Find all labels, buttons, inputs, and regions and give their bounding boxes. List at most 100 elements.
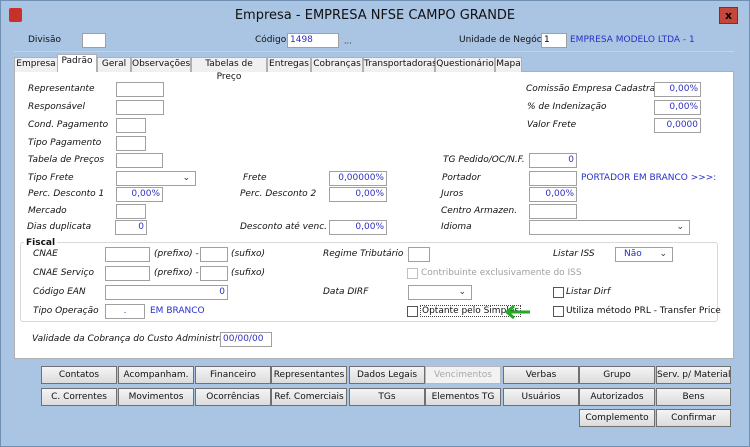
complemento-button[interactable]: Complemento [579, 409, 655, 427]
representantes-button[interactable]: Representantes [271, 366, 347, 384]
cnae-servico-prefixo-input[interactable] [105, 266, 150, 281]
perc-desconto2-input[interactable]: 0,00% [329, 187, 387, 202]
tipo-pagamento-input[interactable] [116, 136, 146, 151]
tab-transportadoras[interactable]: Transportadoras [363, 57, 437, 72]
data-dirf-label: Data DIRF [323, 287, 369, 297]
tab-empresa[interactable]: Empresa [14, 57, 58, 72]
listar-dirf-checkbox[interactable] [553, 287, 564, 298]
mercado-label: Mercado [28, 206, 67, 216]
tgs-button[interactable]: TGs [349, 388, 425, 406]
representante-label: Representante [28, 84, 95, 94]
codigo-lookup-button[interactable]: ... [344, 37, 352, 46]
ref-comerciais-button[interactable]: Ref. Comerciais [271, 388, 347, 406]
comissao-label: Comissão Empresa Cadastrada [526, 84, 667, 94]
codigo-label: Código [255, 35, 287, 45]
frete-label: Frete [243, 173, 267, 183]
tab-observacoes[interactable]: Observações [131, 57, 191, 72]
perc-desconto1-label: Perc. Desconto 1 [28, 189, 105, 199]
desconto-venc-input[interactable]: 0,00% [329, 220, 387, 235]
valor-frete-label: Valor Frete [527, 120, 577, 130]
tipo-frete-label: Tipo Frete [28, 173, 74, 183]
cond-pagamento-label: Cond. Pagamento [28, 120, 109, 130]
chevron-down-icon: ⌄ [458, 287, 466, 297]
perc-desconto1-input[interactable]: 0,00% [116, 187, 163, 202]
desconto-venc-label: Desconto até venc. [240, 222, 328, 232]
frete-input[interactable]: 0,00000% [329, 171, 387, 186]
vencimentos-button[interactable]: Vencimentos [425, 366, 501, 384]
dias-duplicata-label: Dias duplicata [27, 222, 92, 232]
optante-simples-checkbox[interactable] [407, 306, 418, 317]
valor-frete-input[interactable]: 0,0000 [654, 118, 701, 133]
portador-description: PORTADOR EM BRANCO >>>: [581, 173, 717, 183]
tipo-frete-select[interactable]: ⌄ [116, 171, 196, 186]
cnae-servico-prefixo-label: (prefixo) - [154, 268, 199, 278]
dias-duplicata-input[interactable]: 0 [115, 220, 147, 235]
dados-legais-button[interactable]: Dados Legais [349, 366, 425, 384]
grupo-button[interactable]: Grupo [579, 366, 655, 384]
idioma-label: Idioma [441, 222, 472, 232]
contatos-button[interactable]: Contatos [41, 366, 117, 384]
comissao-input[interactable]: 0,00% [654, 82, 701, 97]
data-dirf-select[interactable]: ⌄ [408, 285, 472, 300]
elementos-tg-button[interactable]: Elementos TG [425, 388, 501, 406]
green-arrow-icon [504, 304, 530, 320]
tipo-operacao-description: EM BRANCO [150, 306, 205, 316]
centro-armazen-input[interactable] [529, 204, 577, 219]
contribuinte-iss-checkbox[interactable] [407, 268, 418, 279]
verbas-button[interactable]: Verbas [503, 366, 579, 384]
tg-pedido-label: TG Pedido/OC/N.F. [443, 155, 525, 165]
fiscal-title: Fiscal [24, 238, 58, 248]
tg-pedido-input[interactable]: 0 [529, 153, 577, 168]
juros-input[interactable]: 0,00% [529, 187, 577, 202]
cnae-sufixo-input[interactable] [200, 247, 228, 262]
portador-input[interactable] [529, 171, 577, 186]
close-button[interactable]: x [719, 7, 738, 24]
usuarios-button[interactable]: Usuários [503, 388, 579, 406]
idioma-select[interactable]: ⌄ [529, 220, 690, 235]
listar-iss-label: Listar ISS [553, 249, 595, 259]
cnae-servico-sufixo-input[interactable] [200, 266, 228, 281]
tipo-pagamento-label: Tipo Pagamento [28, 138, 102, 148]
bens-button[interactable]: Bens [656, 388, 731, 406]
acompanham-button[interactable]: Acompanham. [118, 366, 194, 384]
divisao-input[interactable] [82, 33, 106, 48]
cnae-prefixo-label: (prefixo) - [154, 249, 199, 259]
ocorrencias-button[interactable]: Ocorrências [195, 388, 271, 406]
tab-cobrancas[interactable]: Cobranças [311, 57, 363, 72]
tab-tabelas-preco[interactable]: Tabelas de Preço [191, 57, 267, 82]
representante-input[interactable] [116, 82, 164, 97]
centro-armazen-label: Centro Armazen. [441, 206, 518, 216]
cond-pagamento-input[interactable] [116, 118, 146, 133]
tab-mapa[interactable]: Mapa [495, 57, 522, 72]
mercado-input[interactable] [116, 204, 146, 219]
tab-entregas[interactable]: Entregas [267, 57, 311, 72]
juros-label: Juros [441, 189, 464, 199]
tipo-operacao-input[interactable]: . [105, 304, 145, 319]
codigo-ean-input[interactable]: 0 [105, 285, 228, 300]
regime-tributario-input[interactable] [408, 247, 430, 262]
codigo-input[interactable]: 1498 [287, 33, 339, 48]
tab-padrao[interactable]: Padrão [57, 54, 97, 72]
confirmar-button[interactable]: Confirmar [656, 409, 731, 427]
tabela-precos-input[interactable] [116, 153, 163, 168]
autorizados-button[interactable]: Autorizados [579, 388, 655, 406]
listar-iss-select[interactable]: Não ⌄ [615, 247, 673, 262]
indenizacao-input[interactable]: 0,00% [654, 100, 701, 115]
title-bar: Empresa - EMPRESA NFSE CAMPO GRANDE x [1, 1, 749, 29]
cnae-label: CNAE [33, 249, 58, 259]
portador-label: Portador [442, 173, 481, 183]
prl-checkbox[interactable] [553, 306, 564, 317]
cnae-prefixo-input[interactable] [105, 247, 150, 262]
serv-p-material-button[interactable]: Serv. p/ Material [656, 366, 731, 384]
codigo-ean-label: Código EAN [33, 287, 86, 297]
validade-input[interactable]: 00/00/00 [220, 332, 272, 347]
unidade-input[interactable]: 1 [541, 33, 567, 48]
listar-iss-value: Não [624, 249, 642, 259]
responsavel-input[interactable] [116, 100, 164, 115]
cnae-sufixo-label: (sufixo) [231, 249, 266, 259]
financeiro-button[interactable]: Financeiro [195, 366, 271, 384]
c-correntes-button[interactable]: C. Correntes [41, 388, 117, 406]
movimentos-button[interactable]: Movimentos [118, 388, 194, 406]
tab-questionario[interactable]: Questionário [435, 57, 495, 72]
tab-geral[interactable]: Geral [97, 57, 131, 72]
